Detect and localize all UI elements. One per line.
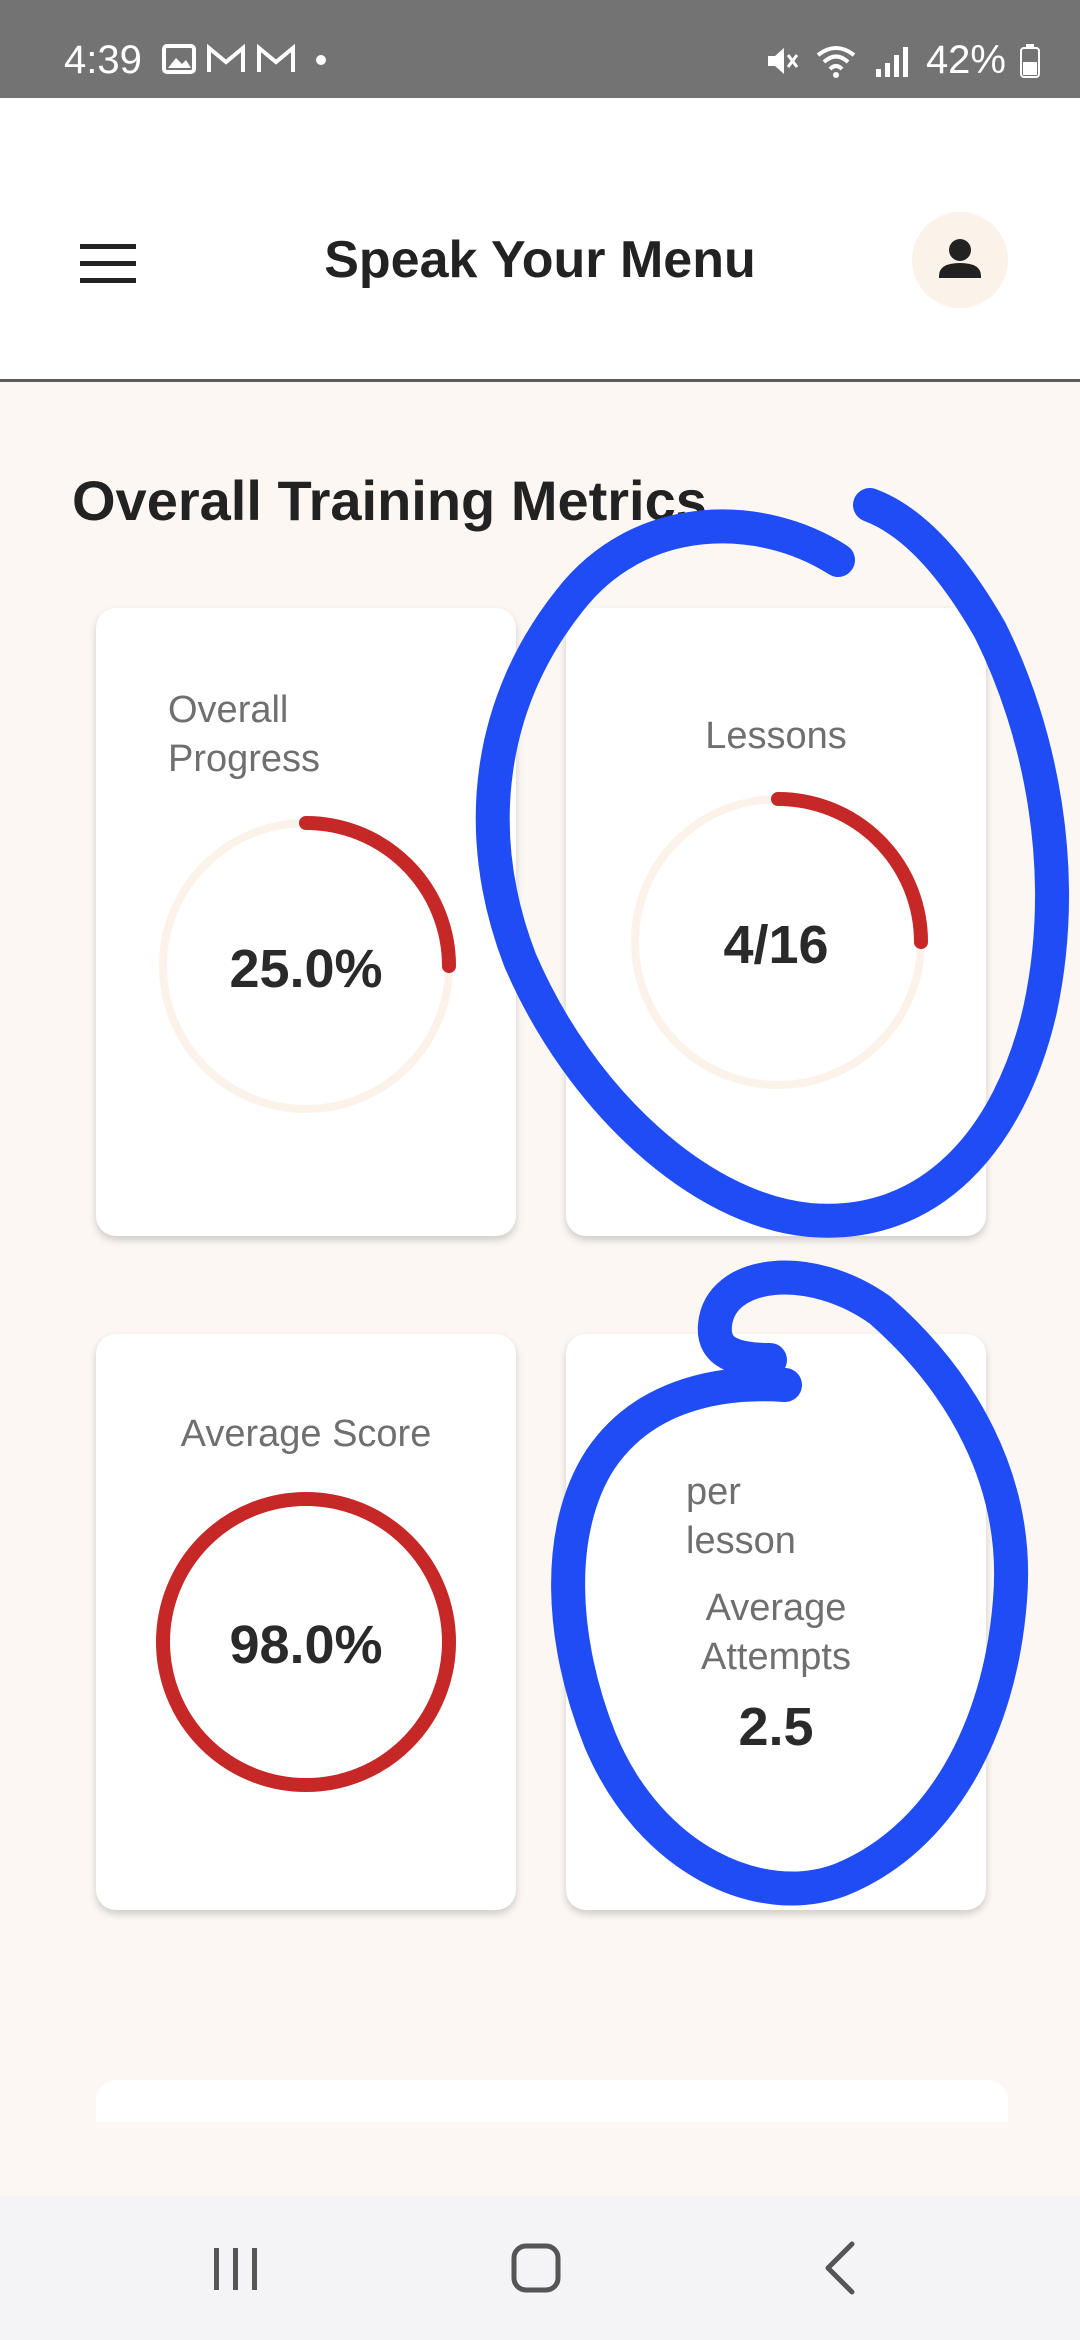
overall-progress-label: Overall Progress xyxy=(168,689,321,780)
battery-icon xyxy=(1020,43,1040,78)
average-score-card[interactable]: Average Score 98.0% xyxy=(96,1334,516,1910)
per-lesson-label: per lesson xyxy=(686,1471,796,1562)
system-navigation-bar xyxy=(0,2196,1080,2340)
lessons-value: 4/16 xyxy=(723,915,829,975)
section-title: Overall Training Metrics xyxy=(72,469,707,532)
mute-icon xyxy=(767,47,799,74)
system-icons: 42% xyxy=(764,38,1040,83)
person-icon xyxy=(939,239,981,278)
profile-button[interactable] xyxy=(912,212,1008,308)
recent-apps-icon[interactable] xyxy=(196,2236,276,2300)
status-time: 4:39 xyxy=(64,38,142,82)
gmail-icon xyxy=(207,44,245,72)
lessons-label: Lessons xyxy=(705,715,847,757)
next-card-partial xyxy=(96,2080,1008,2122)
gmail-icon xyxy=(257,44,295,72)
image-icon xyxy=(162,44,196,74)
average-score-label: Average Score xyxy=(180,1413,432,1455)
lessons-card[interactable]: Lessons 4/16 xyxy=(566,608,986,1236)
average-attempts-card[interactable]: per lesson Average Attempts 2.5 xyxy=(566,1334,986,1910)
dot-icon xyxy=(316,55,326,65)
average-attempts-value: 2.5 xyxy=(738,1697,814,1757)
back-icon[interactable] xyxy=(800,2236,880,2300)
signal-icon xyxy=(875,46,908,77)
home-icon[interactable] xyxy=(496,2236,576,2300)
average-attempts-label: Average Attempts xyxy=(701,1587,851,1678)
wifi-icon xyxy=(816,45,856,78)
app-bar: Speak Your Menu xyxy=(0,98,1080,382)
notification-icons xyxy=(162,44,336,74)
overall-progress-card[interactable]: Overall Progress 25.0% xyxy=(96,608,516,1236)
overall-progress-value: 25.0% xyxy=(229,939,383,999)
average-score-value: 98.0% xyxy=(229,1615,383,1675)
battery-percent: 42% xyxy=(925,38,1006,82)
status-bar: 4:39 42% xyxy=(0,0,1080,98)
